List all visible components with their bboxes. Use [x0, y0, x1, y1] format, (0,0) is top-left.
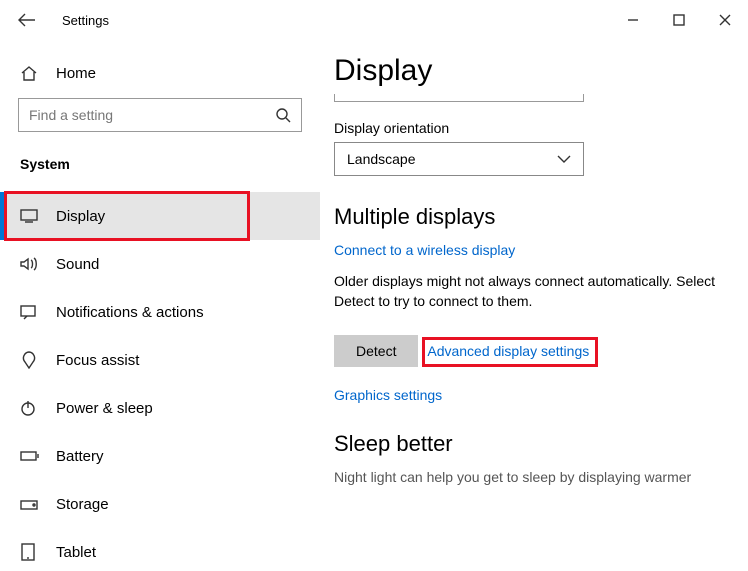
- sidebar-item-label: Focus assist: [56, 352, 139, 369]
- graphics-settings-link[interactable]: Graphics settings: [334, 387, 718, 403]
- sidebar-home[interactable]: Home: [0, 58, 320, 88]
- sound-icon: [20, 256, 42, 272]
- sidebar-item-display[interactable]: Display: [0, 192, 320, 240]
- sidebar-item-storage[interactable]: Storage: [0, 480, 320, 528]
- maximize-button[interactable]: [656, 4, 702, 36]
- sidebar-item-focus-assist[interactable]: Focus assist: [0, 336, 320, 384]
- chevron-down-icon: [557, 155, 571, 163]
- sidebar-section: System: [0, 150, 320, 178]
- sidebar-item-label: Tablet: [56, 544, 96, 561]
- home-icon: [20, 64, 42, 82]
- sidebar-item-label: Power & sleep: [56, 400, 153, 417]
- battery-icon: [20, 450, 42, 462]
- maximize-icon: [673, 14, 685, 26]
- display-icon: [20, 209, 42, 223]
- sleep-better-heading: Sleep better: [334, 431, 718, 457]
- sidebar-item-label: Sound: [56, 256, 99, 273]
- notifications-icon: [20, 304, 42, 320]
- close-button[interactable]: [702, 4, 748, 36]
- minimize-icon: [627, 14, 639, 26]
- search-icon: [275, 107, 291, 123]
- search-input[interactable]: [29, 107, 275, 123]
- power-icon: [20, 400, 42, 416]
- sidebar-item-label: Battery: [56, 448, 104, 465]
- sidebar: Home System Display Sound Notifications …: [0, 40, 320, 571]
- titlebar: Settings: [0, 0, 748, 40]
- highlight-box: Advanced display settings: [422, 337, 598, 367]
- sidebar-item-label: Notifications & actions: [56, 304, 204, 321]
- sidebar-item-power-sleep[interactable]: Power & sleep: [0, 384, 320, 432]
- sidebar-home-label: Home: [56, 65, 96, 82]
- search-box[interactable]: [18, 98, 302, 132]
- arrow-left-icon: [18, 13, 36, 27]
- orientation-value: Landscape: [347, 151, 416, 167]
- detect-description: Older displays might not always connect …: [334, 272, 718, 311]
- tablet-icon: [20, 543, 42, 561]
- focus-assist-icon: [20, 351, 42, 369]
- divider-box: [334, 94, 584, 102]
- sleep-description: Night light can help you get to sleep by…: [334, 469, 718, 485]
- sidebar-item-label: Storage: [56, 496, 109, 513]
- window-title: Settings: [62, 13, 109, 28]
- sidebar-item-label: Display: [56, 208, 105, 225]
- storage-icon: [20, 497, 42, 511]
- orientation-label: Display orientation: [334, 120, 718, 136]
- sidebar-item-tablet[interactable]: Tablet: [0, 528, 320, 571]
- back-button[interactable]: [18, 13, 38, 27]
- minimize-button[interactable]: [610, 4, 656, 36]
- orientation-dropdown[interactable]: Landscape: [334, 142, 584, 176]
- window-controls: [610, 4, 748, 36]
- close-icon: [719, 14, 731, 26]
- sidebar-item-notifications[interactable]: Notifications & actions: [0, 288, 320, 336]
- advanced-display-link[interactable]: Advanced display settings: [427, 343, 589, 359]
- main: Home System Display Sound Notifications …: [0, 40, 748, 571]
- page-title: Display: [334, 54, 718, 88]
- sidebar-item-sound[interactable]: Sound: [0, 240, 320, 288]
- wireless-display-link[interactable]: Connect to a wireless display: [334, 242, 718, 258]
- content: Display Display orientation Landscape Mu…: [320, 40, 748, 571]
- detect-button[interactable]: Detect: [334, 335, 418, 367]
- multiple-displays-heading: Multiple displays: [334, 204, 718, 230]
- sidebar-item-battery[interactable]: Battery: [0, 432, 320, 480]
